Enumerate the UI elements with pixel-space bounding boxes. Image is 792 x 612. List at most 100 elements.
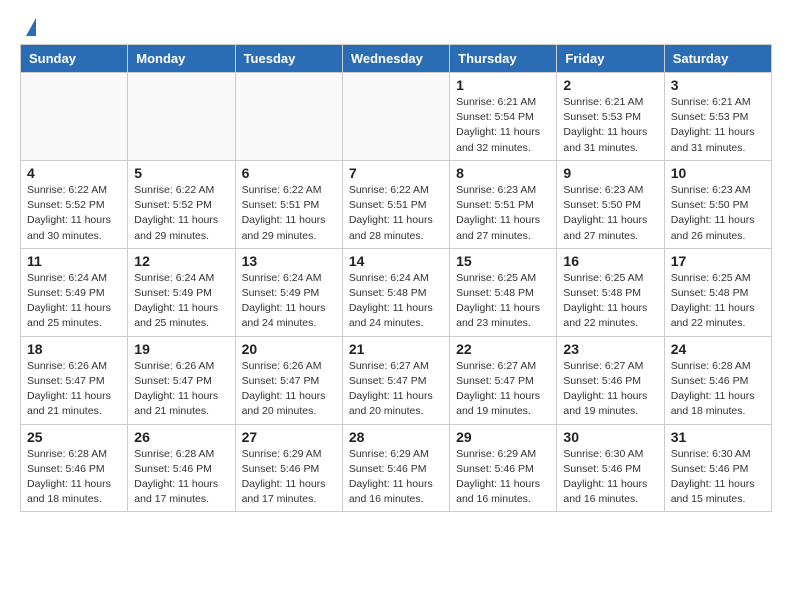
day-info: Sunrise: 6:28 AM Sunset: 5:46 PM Dayligh…	[671, 359, 765, 420]
day-cell-3: 3 Sunrise: 6:21 AM Sunset: 5:53 PM Daylig…	[664, 73, 771, 161]
day-number: 2	[563, 77, 657, 93]
day-number: 7	[349, 165, 443, 181]
day-header-sunday: Sunday	[21, 45, 128, 73]
day-number: 26	[134, 429, 228, 445]
day-info: Sunrise: 6:26 AM Sunset: 5:47 PM Dayligh…	[27, 359, 121, 420]
day-cell-empty	[21, 73, 128, 161]
day-cell-2: 2Sunrise: 6:21 AM Sunset: 5:53 PM Daylig…	[557, 73, 664, 161]
day-number: 24	[671, 341, 765, 357]
day-number: 28	[349, 429, 443, 445]
day-header-tuesday: Tuesday	[235, 45, 342, 73]
day-cell-30: 30 Sunrise: 6:30 AM Sunset: 5:46 PM Dayli…	[557, 424, 664, 512]
day-info: Sunrise: 6:21 AM Sunset: 5:53 PM Dayligh…	[671, 95, 765, 156]
day-number: 21	[349, 341, 443, 357]
day-cell-14: 14 Sunrise: 6:24 AM Sunset: 5:48 PM Dayli…	[342, 248, 449, 336]
day-number: 6	[242, 165, 336, 181]
day-number: 12	[134, 253, 228, 269]
week-row-3: 18 Sunrise: 6:26 AM Sunset: 5:47 PM Dayli…	[21, 336, 772, 424]
day-cell-23: 23 Sunrise: 6:27 AM Sunset: 5:46 PM Dayli…	[557, 336, 664, 424]
day-info: Sunrise: 6:21 AM Sunset: 5:54 PM Dayligh…	[456, 95, 550, 156]
day-cell-13: 13 Sunrise: 6:24 AM Sunset: 5:49 PM Dayli…	[235, 248, 342, 336]
day-number: 25	[27, 429, 121, 445]
day-cell-21: 21 Sunrise: 6:27 AM Sunset: 5:47 PM Dayli…	[342, 336, 449, 424]
day-number: 18	[27, 341, 121, 357]
day-info: Sunrise: 6:23 AM Sunset: 5:50 PM Dayligh…	[563, 183, 657, 244]
days-header-row: SundayMondayTuesdayWednesdayThursdayFrid…	[21, 45, 772, 73]
day-info: Sunrise: 6:23 AM Sunset: 5:50 PM Dayligh…	[671, 183, 765, 244]
day-cell-24: 24 Sunrise: 6:28 AM Sunset: 5:46 PM Dayli…	[664, 336, 771, 424]
day-info: Sunrise: 6:22 AM Sunset: 5:52 PM Dayligh…	[27, 183, 121, 244]
day-info: Sunrise: 6:25 AM Sunset: 5:48 PM Dayligh…	[456, 271, 550, 332]
day-number: 10	[671, 165, 765, 181]
day-number: 9	[563, 165, 657, 181]
day-number: 11	[27, 253, 121, 269]
day-cell-18: 18 Sunrise: 6:26 AM Sunset: 5:47 PM Dayli…	[21, 336, 128, 424]
day-info: Sunrise: 6:29 AM Sunset: 5:46 PM Dayligh…	[349, 447, 443, 508]
day-number: 8	[456, 165, 550, 181]
day-info: Sunrise: 6:24 AM Sunset: 5:49 PM Dayligh…	[27, 271, 121, 332]
calendar-table: SundayMondayTuesdayWednesdayThursdayFrid…	[20, 44, 772, 512]
day-cell-26: 26 Sunrise: 6:28 AM Sunset: 5:46 PM Dayli…	[128, 424, 235, 512]
day-cell-16: 16 Sunrise: 6:25 AM Sunset: 5:48 PM Dayli…	[557, 248, 664, 336]
day-number: 1	[456, 77, 550, 93]
day-info: Sunrise: 6:26 AM Sunset: 5:47 PM Dayligh…	[242, 359, 336, 420]
day-info: Sunrise: 6:27 AM Sunset: 5:46 PM Dayligh…	[563, 359, 657, 420]
day-number: 31	[671, 429, 765, 445]
day-header-wednesday: Wednesday	[342, 45, 449, 73]
day-cell-empty	[342, 73, 449, 161]
day-info: Sunrise: 6:26 AM Sunset: 5:47 PM Dayligh…	[134, 359, 228, 420]
day-cell-29: 29 Sunrise: 6:29 AM Sunset: 5:46 PM Dayli…	[450, 424, 557, 512]
day-info: Sunrise: 6:22 AM Sunset: 5:51 PM Dayligh…	[349, 183, 443, 244]
day-number: 16	[563, 253, 657, 269]
logo-triangle	[26, 18, 36, 36]
logo	[24, 16, 36, 36]
day-info: Sunrise: 6:28 AM Sunset: 5:46 PM Dayligh…	[134, 447, 228, 508]
day-cell-5: 5Sunrise: 6:22 AM Sunset: 5:52 PM Daylig…	[128, 160, 235, 248]
day-info: Sunrise: 6:23 AM Sunset: 5:51 PM Dayligh…	[456, 183, 550, 244]
day-cell-4: 4 Sunrise: 6:22 AM Sunset: 5:52 PM Daylig…	[21, 160, 128, 248]
day-number: 4	[27, 165, 121, 181]
day-cell-9: 9 Sunrise: 6:23 AM Sunset: 5:50 PM Daylig…	[557, 160, 664, 248]
day-number: 14	[349, 253, 443, 269]
day-cell-28: 28 Sunrise: 6:29 AM Sunset: 5:46 PM Dayli…	[342, 424, 449, 512]
day-cell-empty	[128, 73, 235, 161]
day-cell-22: 22 Sunrise: 6:27 AM Sunset: 5:47 PM Dayli…	[450, 336, 557, 424]
week-row-0: 1 Sunrise: 6:21 AM Sunset: 5:54 PM Daylig…	[21, 73, 772, 161]
day-cell-20: 20Sunrise: 6:26 AM Sunset: 5:47 PM Dayli…	[235, 336, 342, 424]
day-header-saturday: Saturday	[664, 45, 771, 73]
day-info: Sunrise: 6:24 AM Sunset: 5:49 PM Dayligh…	[134, 271, 228, 332]
day-cell-27: 27 Sunrise: 6:29 AM Sunset: 5:46 PM Dayli…	[235, 424, 342, 512]
day-number: 27	[242, 429, 336, 445]
day-cell-19: 19 Sunrise: 6:26 AM Sunset: 5:47 PM Dayli…	[128, 336, 235, 424]
day-cell-31: 31Sunrise: 6:30 AM Sunset: 5:46 PM Dayli…	[664, 424, 771, 512]
day-cell-25: 25Sunrise: 6:28 AM Sunset: 5:46 PM Dayli…	[21, 424, 128, 512]
day-number: 13	[242, 253, 336, 269]
day-info: Sunrise: 6:24 AM Sunset: 5:49 PM Dayligh…	[242, 271, 336, 332]
day-info: Sunrise: 6:25 AM Sunset: 5:48 PM Dayligh…	[563, 271, 657, 332]
day-number: 30	[563, 429, 657, 445]
day-info: Sunrise: 6:24 AM Sunset: 5:48 PM Dayligh…	[349, 271, 443, 332]
day-cell-11: 11 Sunrise: 6:24 AM Sunset: 5:49 PM Dayli…	[21, 248, 128, 336]
day-info: Sunrise: 6:27 AM Sunset: 5:47 PM Dayligh…	[349, 359, 443, 420]
day-number: 23	[563, 341, 657, 357]
day-cell-6: 6 Sunrise: 6:22 AM Sunset: 5:51 PM Daylig…	[235, 160, 342, 248]
header	[0, 0, 792, 44]
day-info: Sunrise: 6:29 AM Sunset: 5:46 PM Dayligh…	[456, 447, 550, 508]
day-cell-empty	[235, 73, 342, 161]
day-cell-12: 12 Sunrise: 6:24 AM Sunset: 5:49 PM Dayli…	[128, 248, 235, 336]
week-row-4: 25 Sunrise: 6:28 AM Sunset: 5:46 PM Dayli…	[21, 424, 772, 512]
week-row-1: 4 Sunrise: 6:22 AM Sunset: 5:52 PM Daylig…	[21, 160, 772, 248]
day-number: 19	[134, 341, 228, 357]
day-info: Sunrise: 6:30 AM Sunset: 5:46 PM Dayligh…	[563, 447, 657, 508]
day-info: Sunrise: 6:29 AM Sunset: 5:46 PM Dayligh…	[242, 447, 336, 508]
day-number: 29	[456, 429, 550, 445]
day-info: Sunrise: 6:25 AM Sunset: 5:48 PM Dayligh…	[671, 271, 765, 332]
day-cell-7: 7 Sunrise: 6:22 AM Sunset: 5:51 PM Daylig…	[342, 160, 449, 248]
day-number: 3	[671, 77, 765, 93]
day-info: Sunrise: 6:22 AM Sunset: 5:51 PM Dayligh…	[242, 183, 336, 244]
day-info: Sunrise: 6:27 AM Sunset: 5:47 PM Dayligh…	[456, 359, 550, 420]
day-number: 15	[456, 253, 550, 269]
day-header-monday: Monday	[128, 45, 235, 73]
day-number: 22	[456, 341, 550, 357]
calendar-wrapper: SundayMondayTuesdayWednesdayThursdayFrid…	[0, 44, 792, 522]
